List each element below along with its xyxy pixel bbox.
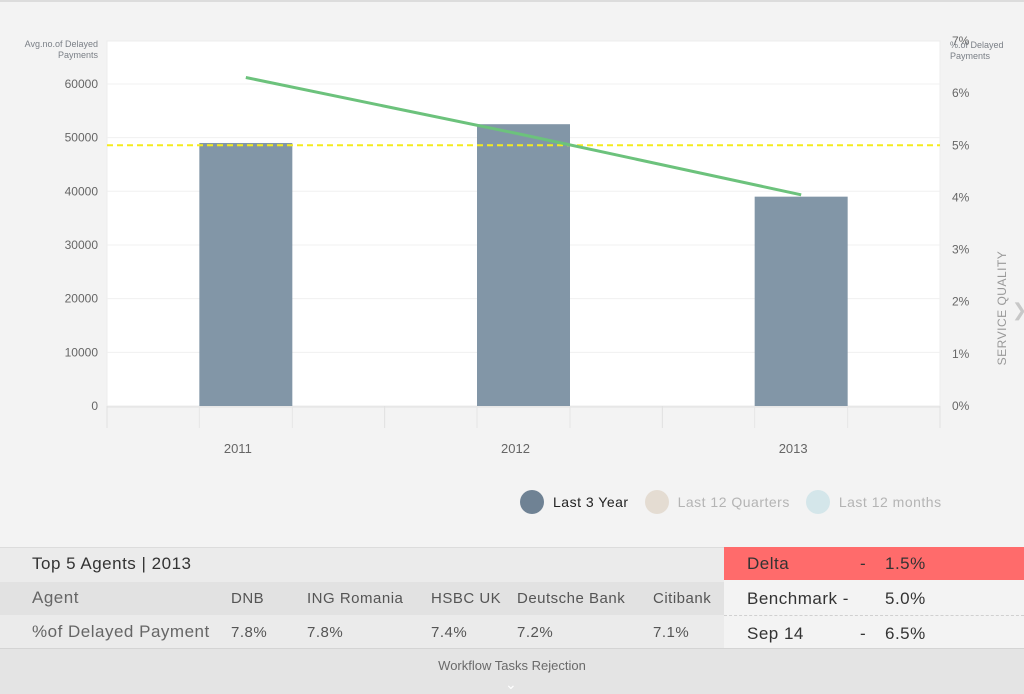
delta-label: Delta	[747, 554, 790, 573]
agent-value: 7.1%	[653, 624, 690, 641]
legend-dot-icon	[644, 490, 669, 514]
left-tick-label: 40000	[65, 184, 99, 198]
agent-name: Citibank	[653, 590, 712, 607]
agent-value: 7.8%	[231, 624, 268, 641]
legend-label: Last 12 Quarters	[677, 494, 790, 510]
left-tick-label: 60000	[65, 77, 99, 91]
sep14-label: Sep 14	[747, 624, 804, 643]
x-tick-label: 2012	[501, 441, 530, 456]
row-label-agent: Agent	[32, 588, 79, 607]
benchmark-metric: Benchmark - 5.0%	[724, 582, 1024, 616]
delta-sep: -	[860, 554, 867, 573]
time-range-legend: Last 3 Year Last 12 Quarters Last 12 mon…	[520, 490, 958, 514]
right-tick-label: 3%	[952, 243, 970, 257]
agent-name: DNB	[231, 590, 265, 607]
left-tick-label: 10000	[65, 345, 99, 359]
footer-label: Workflow Tasks Rejection	[438, 658, 586, 673]
delta-value: 1.5%	[885, 554, 926, 573]
workflow-footer[interactable]: Workflow Tasks Rejection ⌄	[0, 648, 1024, 694]
left-axis-title: Avg.no.of Delayed Payments	[24, 39, 98, 60]
right-tick-label: 2%	[952, 295, 970, 309]
top-agents-table: Top 5 Agents | 2013 Agent DNB ING Romani…	[0, 547, 724, 649]
bar-line-chart: 0 10000 20000 30000 40000 50000 60000 0% 1% 2% 3% 4…	[65, 34, 1009, 456]
left-tick-label: 50000	[65, 131, 99, 145]
bar	[199, 142, 293, 406]
metrics-panel: Delta - 1.5% Benchmark - 5.0% Sep 14 - 6…	[724, 547, 1024, 648]
bar	[477, 124, 570, 406]
agent-value: 7.4%	[431, 624, 468, 641]
legend-dot-icon	[520, 490, 544, 514]
table-row-pct: %of Delayed Payment 7.8% 7.8% 7.4% 7.2% …	[0, 616, 724, 649]
legend-last-12-quarters[interactable]: Last 12 Quarters	[644, 490, 790, 514]
left-tick-label: 0	[91, 399, 98, 413]
left-tick-label: 20000	[65, 292, 99, 306]
legend-label: Last 3 Year	[553, 494, 629, 510]
agent-name: Deutsche Bank	[517, 590, 626, 607]
legend-last-12-months[interactable]: Last 12 months	[805, 490, 942, 514]
right-axis-title: %.of Delayed Payments	[950, 40, 1004, 61]
agent-name: ING Romania	[307, 590, 404, 607]
benchmark-label: Benchmark -	[747, 589, 849, 608]
delta-metric: Delta - 1.5%	[724, 547, 1024, 580]
right-tick-label: 5%	[952, 138, 970, 152]
legend-label: Last 12 months	[838, 494, 942, 510]
summary-panel: Top 5 Agents | 2013 Agent DNB ING Romani…	[0, 547, 1024, 649]
bar	[754, 196, 848, 406]
chevron-down-icon[interactable]: ⌄	[505, 676, 517, 693]
legend-dot-icon	[805, 490, 830, 514]
x-tick-label: 2011	[224, 441, 252, 456]
benchmark-value: 5.0%	[885, 589, 926, 608]
agents-title: Top 5 Agents | 2013	[32, 554, 192, 573]
right-tick-label: 4%	[952, 190, 970, 204]
x-tick-label: 2013	[779, 441, 808, 456]
sep14-value: 6.5%	[885, 624, 926, 643]
row-label-pct: %of Delayed Payment	[32, 622, 210, 641]
agent-name: HSBC UK	[431, 590, 502, 607]
left-tick-label: 30000	[65, 238, 99, 252]
chevron-right-icon[interactable]: ❯	[1012, 300, 1024, 321]
sep14-metric: Sep 14 - 6.5%	[724, 617, 1024, 650]
service-quality-label: SERVICE QUALITY	[995, 251, 1009, 366]
sep14-sep: -	[860, 624, 867, 643]
agent-value: 7.8%	[307, 624, 344, 641]
right-tick-label: 0%	[952, 399, 970, 413]
table-row-agent: Agent DNB ING Romania HSBC UK Deutsche B…	[0, 582, 724, 615]
legend-last-3-year[interactable]: Last 3 Year	[520, 490, 629, 514]
right-tick-label: 6%	[952, 86, 970, 100]
right-tick-label: 1%	[952, 347, 970, 361]
agent-value: 7.2%	[517, 624, 554, 641]
